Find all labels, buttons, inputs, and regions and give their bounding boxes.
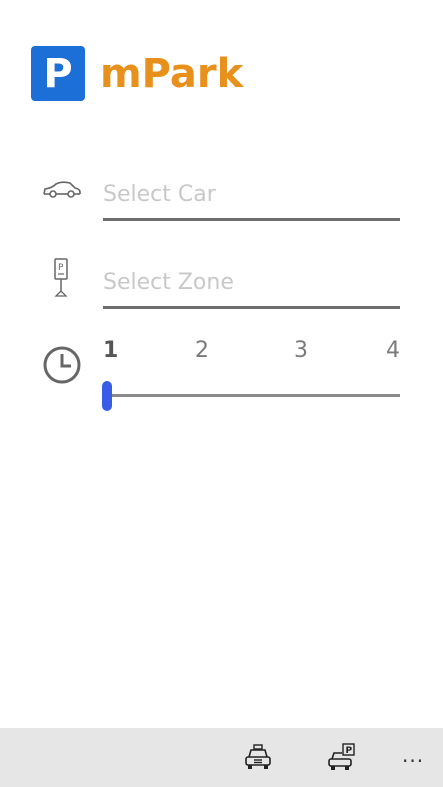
duration-slider-track[interactable] — [106, 394, 400, 397]
duration-tick-2[interactable]: 2 — [195, 338, 209, 363]
bottom-app-bar — [0, 728, 443, 787]
more-options-button[interactable]: ... — [402, 743, 424, 767]
logo-letter: P — [43, 50, 73, 97]
clock-icon — [43, 346, 81, 384]
duration-tick-4[interactable]: 4 — [386, 338, 400, 363]
app-logo: P — [31, 46, 85, 101]
taxi-icon[interactable] — [244, 743, 272, 771]
duration-tick-1[interactable]: 1 — [103, 338, 118, 363]
duration-slider-thumb[interactable] — [102, 381, 112, 411]
car-icon — [43, 181, 81, 198]
duration-tick-3[interactable]: 3 — [294, 338, 308, 363]
app-title: mPark — [100, 51, 244, 97]
parking-meter-icon: P — [54, 258, 68, 297]
svg-text:P: P — [346, 746, 353, 756]
select-car-field[interactable]: Select Car — [103, 178, 400, 221]
car-parking-icon[interactable]: P — [328, 743, 356, 771]
svg-text:P: P — [58, 263, 64, 273]
select-zone-field[interactable]: Select Zone — [103, 266, 400, 309]
select-zone-placeholder: Select Zone — [103, 270, 234, 295]
select-car-placeholder: Select Car — [103, 182, 216, 207]
